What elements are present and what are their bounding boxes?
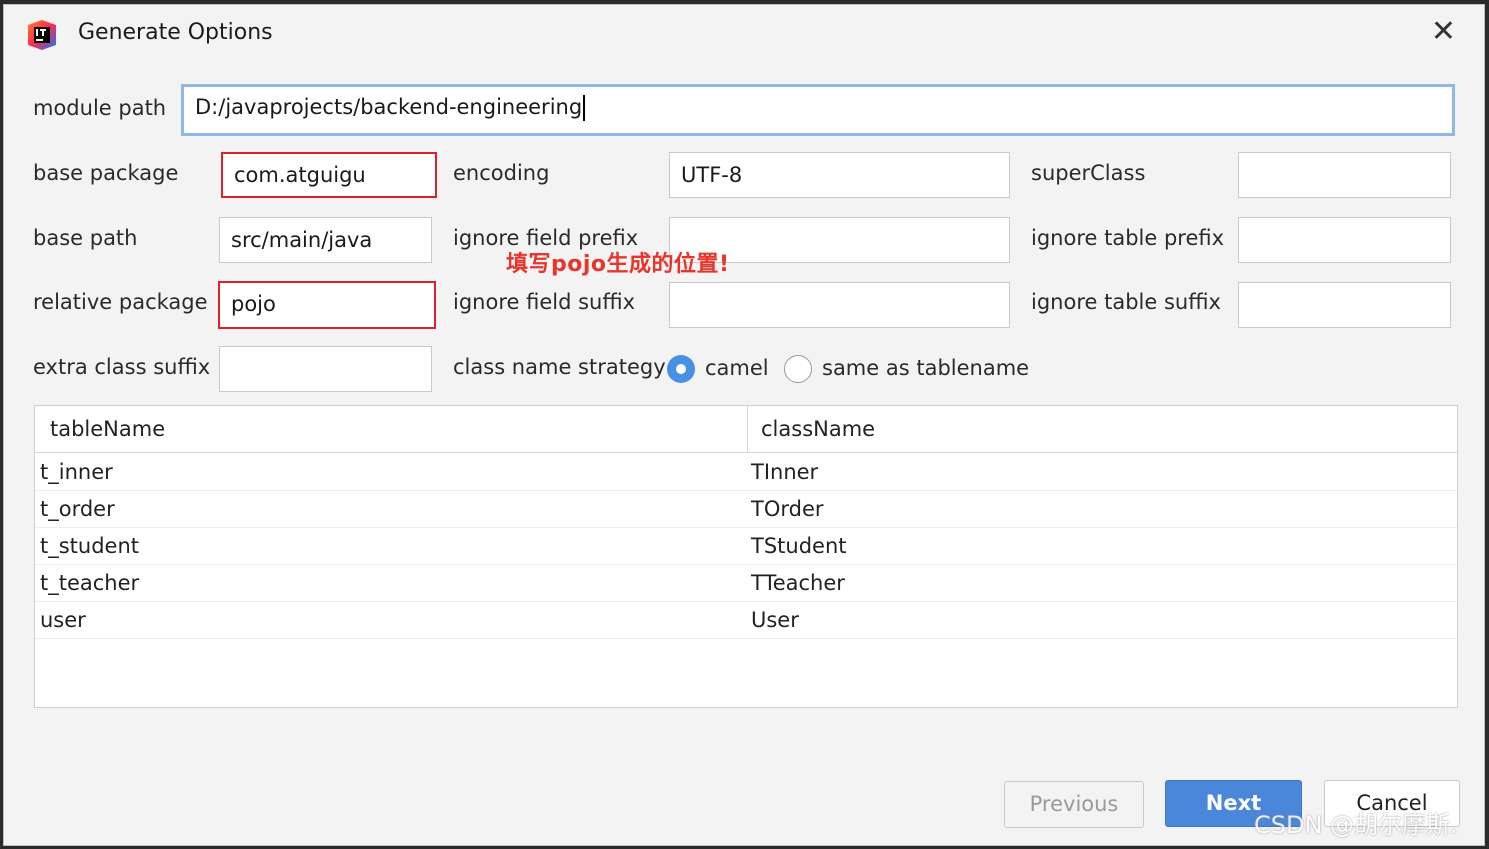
generate-options-dialog: Generate Options ✕ module path D:/javapr… [3, 4, 1485, 846]
watermark: CSDN @胡尔摩斯. [1254, 811, 1458, 839]
dialog-title: Generate Options [78, 20, 273, 45]
base-path-label: base path [33, 226, 138, 250]
same-as-tablename-radio[interactable] [784, 355, 812, 383]
class-name-strategy-label: class name strategy [453, 355, 666, 379]
module-path-label: module path [33, 96, 167, 120]
table-row[interactable]: t_teacher TTeacher [35, 565, 1457, 602]
base-package-label: base package [33, 161, 179, 185]
table-row[interactable]: t_student TStudent [35, 528, 1457, 565]
base-path-input[interactable]: src/main/java [219, 217, 432, 263]
camel-radio-label[interactable]: camel [705, 356, 769, 380]
table-cell-tablename: t_inner [40, 460, 113, 484]
table-cell-tablename: user [40, 608, 86, 632]
table-cell-classname[interactable]: TOrder [751, 491, 824, 527]
table-cell-classname[interactable]: TTeacher [751, 565, 845, 601]
superclass-input[interactable] [1238, 152, 1451, 198]
table-cell-tablename: t_student [40, 534, 140, 558]
column-header-classname[interactable]: className [761, 406, 875, 452]
encoding-label: encoding [453, 161, 550, 185]
column-header-tablename[interactable]: tableName [50, 406, 165, 452]
ignore-table-prefix-input[interactable] [1238, 217, 1451, 263]
extra-class-suffix-label: extra class suffix [33, 355, 211, 379]
module-path-value: D:/javaprojects/backend-engineering [195, 95, 583, 119]
relative-package-label: relative package [33, 290, 208, 314]
table-cell-classname[interactable]: User [751, 602, 799, 638]
same-as-tablename-radio-label[interactable]: same as tablename [822, 356, 1029, 380]
ignore-table-suffix-input[interactable] [1238, 282, 1451, 328]
module-path-input[interactable]: D:/javaprojects/backend-engineering [181, 84, 1455, 136]
table-cell-classname[interactable]: TInner [751, 454, 818, 490]
table-cell-classname[interactable]: TStudent [751, 528, 847, 564]
base-package-input[interactable]: com.atguigu [221, 152, 437, 198]
table-row[interactable]: t_order TOrder [35, 491, 1457, 528]
table-row[interactable]: t_inner TInner [35, 454, 1457, 491]
ignore-field-suffix-input[interactable] [669, 282, 1010, 328]
column-divider[interactable] [747, 406, 748, 452]
text-caret [583, 95, 586, 121]
tables-table[interactable]: tableName className t_inner TInner t_ord… [34, 405, 1458, 708]
ignore-table-suffix-label: ignore table suffix [1031, 290, 1221, 314]
relative-package-input[interactable]: pojo [218, 281, 436, 329]
camel-radio[interactable] [667, 355, 695, 383]
annotation-note: 填写pojo生成的位置! [506, 252, 730, 277]
extra-class-suffix-input[interactable] [219, 346, 432, 392]
table-cell-tablename: t_order [40, 497, 115, 521]
previous-button[interactable]: Previous [1004, 781, 1144, 828]
header-divider [35, 452, 1457, 453]
encoding-input[interactable]: UTF-8 [669, 152, 1010, 198]
title-bar: Generate Options ✕ [4, 5, 1484, 63]
close-icon[interactable]: ✕ [1431, 17, 1456, 47]
superclass-label: superClass [1031, 161, 1146, 185]
table-cell-tablename: t_teacher [40, 571, 140, 595]
table-row[interactable]: user User [35, 602, 1457, 639]
ignore-table-prefix-label: ignore table prefix [1031, 226, 1225, 250]
ignore-field-suffix-label: ignore field suffix [453, 290, 636, 314]
intellij-idea-icon [28, 20, 56, 50]
